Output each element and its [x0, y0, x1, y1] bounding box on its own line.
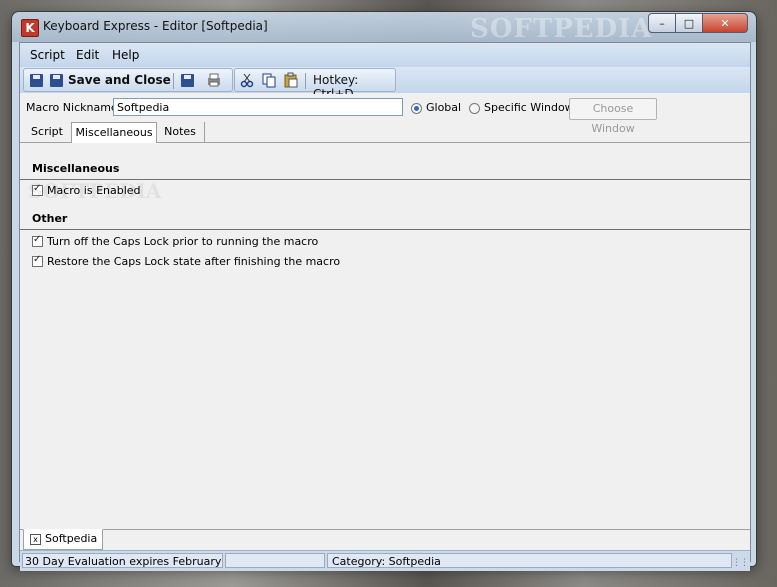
save-copy-icon[interactable]	[179, 72, 195, 88]
toolbar: Save and Close Hotkey: Ctrl+D	[20, 67, 750, 101]
softpedia-watermark: SOFTPEDIA	[470, 14, 653, 44]
editor-window: K Keyboard Express - Editor [Softpedia] …	[12, 12, 756, 571]
tab-strip: Script Miscellaneous Notes	[20, 122, 750, 144]
status-empty	[225, 553, 325, 568]
section-miscellaneous-title: Miscellaneous	[32, 162, 120, 175]
paste-icon[interactable]	[283, 72, 299, 88]
app-icon: K	[21, 19, 39, 37]
tab-miscellaneous[interactable]: Miscellaneous	[71, 122, 157, 144]
choose-window-button[interactable]: Choose Window	[569, 98, 657, 135]
maximize-button[interactable]: □	[675, 13, 703, 33]
save-and-close-icon[interactable]	[48, 72, 64, 88]
resize-grip-icon[interactable]: ⋮⋮	[732, 558, 749, 568]
menu-script[interactable]: Script	[30, 48, 65, 62]
miscellaneous-panel: Miscellaneous Macro is Enabled Other Tur…	[20, 143, 750, 529]
title-bar[interactable]: K Keyboard Express - Editor [Softpedia] …	[12, 12, 756, 44]
menu-bar: Script Edit Help	[20, 43, 750, 67]
caps-restore-checkbox[interactable]	[32, 254, 43, 267]
close-tab-icon[interactable]: x	[30, 534, 41, 545]
close-button[interactable]: ✕	[702, 13, 748, 33]
window-title: Keyboard Express - Editor [Softpedia]	[43, 19, 268, 33]
section-other: Other	[20, 207, 750, 230]
tab-script[interactable]: Script	[24, 122, 70, 142]
panel-watermark: SOFTPEDIA	[28, 179, 162, 203]
document-tab-softpedia[interactable]: x Softpedia	[23, 529, 103, 550]
save-and-close-button[interactable]: Save and Close	[68, 73, 171, 87]
status-category: Category: Softpedia	[327, 553, 732, 568]
print-icon[interactable]	[206, 72, 222, 88]
status-evaluation: 30 Day Evaluation expires February 16, 2	[22, 553, 223, 568]
specific-window-radio[interactable]	[469, 103, 480, 114]
toolbar-group-file: Save and Close	[23, 68, 233, 92]
specific-window-label[interactable]: Specific Window	[484, 101, 574, 114]
global-radio-label[interactable]: Global	[426, 101, 461, 114]
nickname-input[interactable]: Softpedia	[113, 98, 403, 116]
nickname-row: Macro Nickname: Softpedia Global Specifi…	[20, 94, 750, 135]
section-miscellaneous: Miscellaneous	[20, 157, 750, 180]
menu-help[interactable]: Help	[112, 48, 139, 62]
client-area: Script Edit Help Save and Close Hotkey: …	[19, 42, 751, 571]
minimize-button[interactable]: –	[648, 13, 676, 33]
status-bar: 30 Day Evaluation expires February 16, 2…	[20, 550, 750, 571]
caps-off-label[interactable]: Turn off the Caps Lock prior to running …	[47, 235, 318, 248]
save-icon[interactable]	[28, 72, 44, 88]
copy-icon[interactable]	[261, 72, 277, 88]
caps-restore-label[interactable]: Restore the Caps Lock state after finish…	[47, 255, 340, 268]
cut-icon[interactable]	[239, 72, 255, 88]
menu-edit[interactable]: Edit	[76, 48, 99, 62]
caps-off-checkbox[interactable]	[32, 234, 43, 247]
tab-notes[interactable]: Notes	[156, 122, 205, 142]
nickname-label: Macro Nickname:	[26, 101, 122, 114]
toolbar-group-edit: Hotkey: Ctrl+D	[234, 68, 396, 101]
section-other-title: Other	[32, 212, 68, 225]
document-tab-strip: x Softpedia	[20, 529, 750, 550]
global-radio[interactable]	[411, 103, 422, 114]
document-tab-label: Softpedia	[45, 532, 98, 545]
